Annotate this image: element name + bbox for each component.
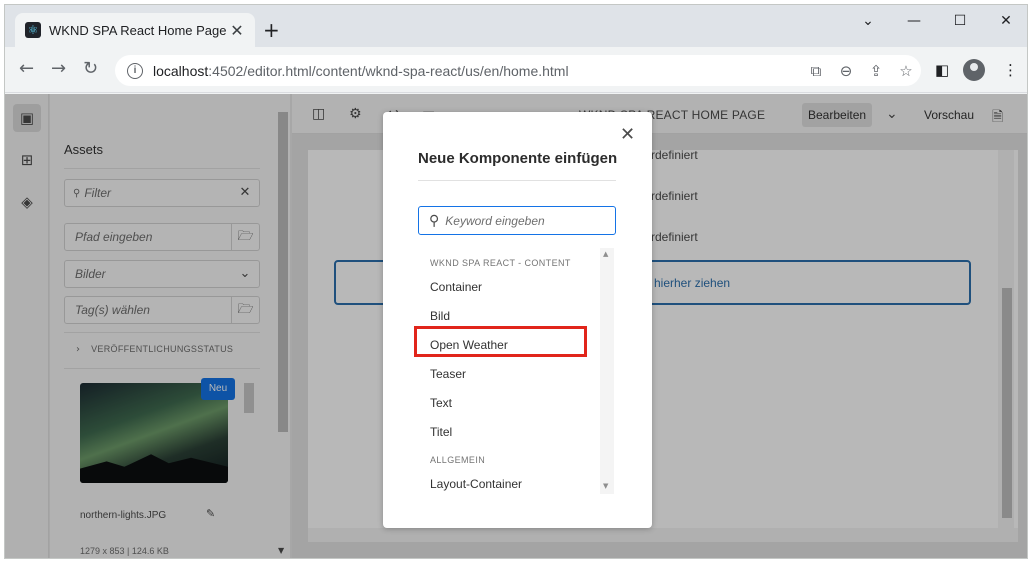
back-icon[interactable]: ← [19,59,34,79]
maximize-button[interactable]: ☐ [937,13,983,29]
close-icon[interactable]: ✕ [620,124,635,145]
keyword-search-field[interactable]: ⚲ [418,206,616,235]
tab-title: WKND SPA React Home Page [49,22,227,38]
divider [418,180,616,181]
group-header: WKND SPA REACT - CONTENT [430,258,571,268]
url-text[interactable]: localhost:4502/editor.html/content/wknd-… [153,63,801,79]
title-bar: ⚛ WKND SPA React Home Page ✕ + ⌄ — ☐ ✕ [5,5,1027,47]
menu-icon[interactable]: ⋮ [1003,61,1018,79]
search-icon: ⚲ [429,212,440,229]
address-bar[interactable]: i localhost:4502/editor.html/content/wkn… [115,55,921,86]
side-panel-icon[interactable]: ◧ [935,61,949,79]
close-window-button[interactable]: ✕ [983,13,1027,29]
component-list-scrollbar[interactable]: ▲ ▼ [600,248,614,494]
component-item-layout-container[interactable]: Layout-Container [430,477,522,491]
tab-search-icon[interactable]: ⌄ [845,13,891,29]
insert-component-dialog: ✕ Neue Komponente einfügen ⚲ WKND SPA RE… [383,112,652,528]
scroll-up-arrow-icon[interactable]: ▲ [603,250,608,258]
tab-close-icon[interactable]: ✕ [229,21,245,40]
component-item-bild[interactable]: Bild [430,309,450,323]
browser-window: ⚛ WKND SPA React Home Page ✕ + ⌄ — ☐ ✕ ←… [4,4,1028,559]
component-list: WKND SPA REACT - CONTENT Container Bild … [418,248,616,494]
open-weather-highlight [414,326,587,357]
react-favicon-icon: ⚛ [25,22,41,38]
browser-toolbar: ← → ↻ i localhost:4502/editor.html/conte… [5,47,1027,93]
component-item-text[interactable]: Text [430,396,452,410]
bookmark-star-icon[interactable]: ☆ [891,62,921,80]
component-item-teaser[interactable]: Teaser [430,367,466,381]
group-header: ALLGEMEIN [430,455,486,465]
dialog-title: Neue Komponente einfügen [418,150,618,167]
profile-icon[interactable] [963,59,985,81]
keyword-input[interactable] [445,213,596,228]
new-tab-button[interactable]: + [263,20,280,40]
scroll-down-arrow-icon[interactable]: ▼ [603,482,608,490]
component-item-titel[interactable]: Titel [430,425,452,439]
site-info-icon[interactable]: i [127,62,143,79]
browser-tab[interactable]: ⚛ WKND SPA React Home Page ✕ [15,13,255,47]
minimize-button[interactable]: — [891,13,937,29]
forward-icon[interactable]: → [51,59,66,79]
share-icon[interactable]: ⇪ [861,62,891,80]
reload-icon[interactable]: ↻ [83,59,98,79]
translate-icon[interactable]: ⧉ [801,62,831,80]
component-item-container[interactable]: Container [430,280,482,294]
zoom-icon[interactable]: ⊖ [831,62,861,80]
